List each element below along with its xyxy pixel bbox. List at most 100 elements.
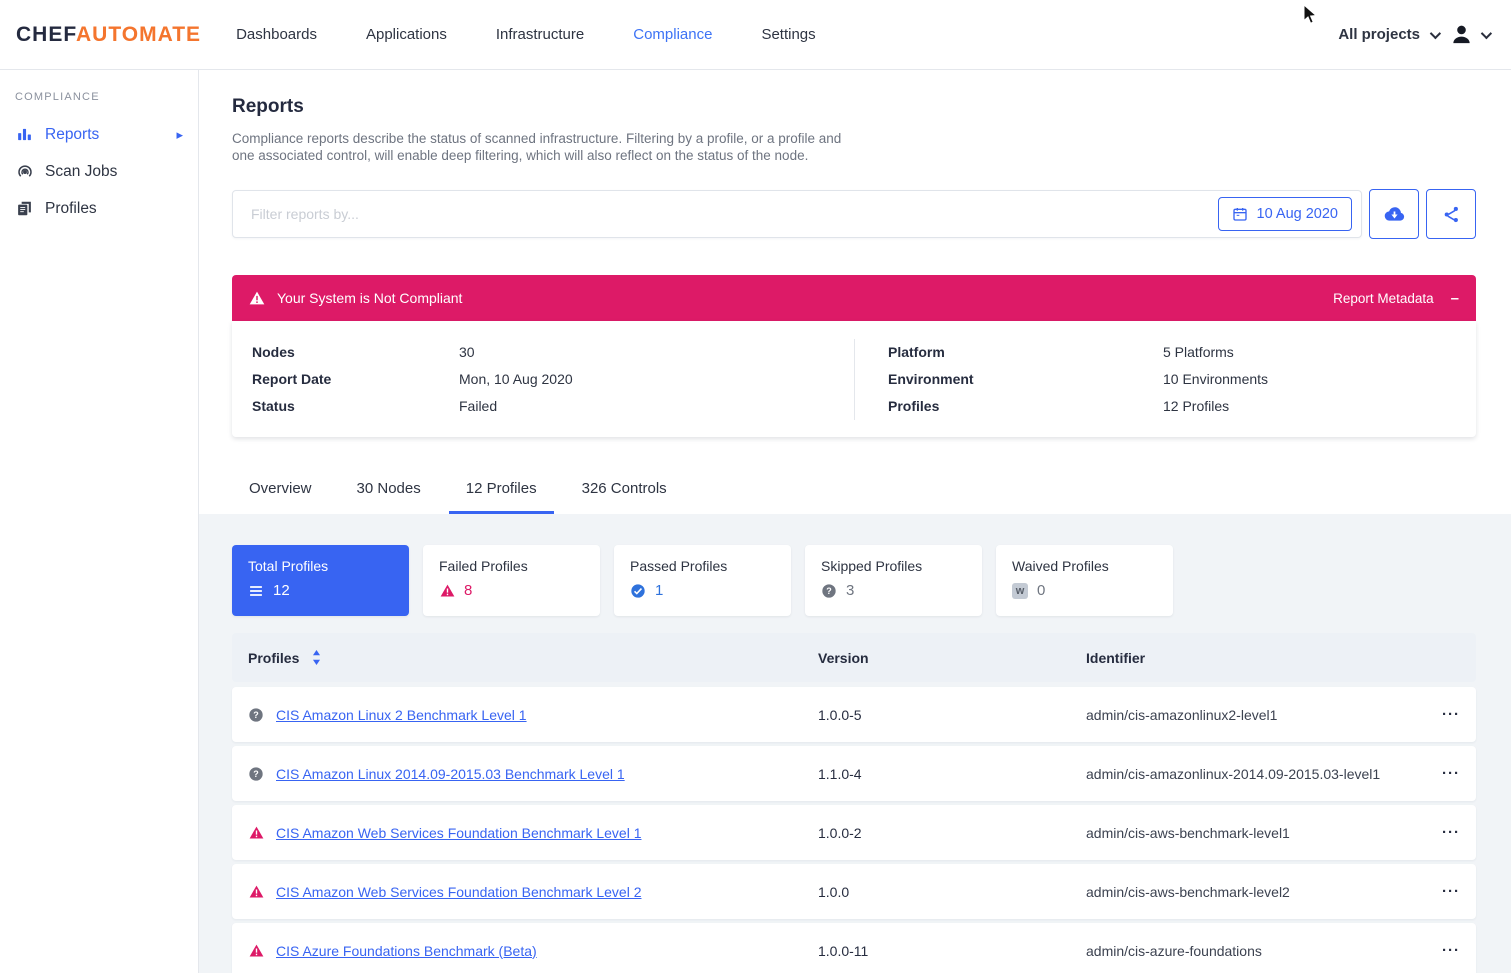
tab[interactable]: Overview xyxy=(232,480,329,514)
sidebar-item-label: Reports xyxy=(45,126,99,144)
row-menu-button[interactable]: ··· xyxy=(1430,946,1460,956)
report-metadata-toggle[interactable]: Report Metadata – xyxy=(1333,290,1459,307)
summary-card-stat: ? w 1 xyxy=(630,582,775,599)
profile-link[interactable]: CIS Amazon Linux 2 Benchmark Level 1 xyxy=(276,707,527,723)
report-metadata-label: Report Metadata xyxy=(1333,291,1434,306)
metadata-label: Profiles xyxy=(888,393,1163,420)
profile-version: 1.0.0 xyxy=(818,884,1086,900)
share-report-button[interactable] xyxy=(1426,189,1476,239)
summary-card[interactable]: Passed Profiles xyxy=(614,545,791,616)
filter-reports-input[interactable] xyxy=(233,206,1218,222)
summary-card[interactable]: Waived Profiles xyxy=(996,545,1173,616)
profiles-section: Total Profiles xyxy=(199,514,1511,973)
main-nav: Dashboards Applications Infrastructure Comp… xyxy=(236,26,816,43)
column-header-profiles: Profiles xyxy=(248,650,818,666)
sidebar-item[interactable]: Profiles ▸ xyxy=(0,190,198,227)
page-description: Compliance reports describe the status o… xyxy=(232,131,854,164)
metadata-value: 10 Environments xyxy=(1163,366,1268,393)
user-menu-button[interactable] xyxy=(1450,23,1489,46)
user-avatar-icon xyxy=(1450,23,1473,46)
report-date-label: 10 Aug 2020 xyxy=(1257,206,1338,222)
share-icon xyxy=(1442,205,1461,224)
profile-identifier: admin/cis-amazonlinux2-level1 xyxy=(1086,707,1430,723)
profile-version: 1.1.0-4 xyxy=(818,766,1086,782)
chevron-down-icon xyxy=(1481,27,1492,38)
chef-automate-logo[interactable]: CHEFAUTOMATE xyxy=(16,23,201,47)
metadata-label: Nodes xyxy=(252,339,459,366)
skipped-question-icon: ? xyxy=(821,583,837,599)
sidebar-item[interactable]: Reports ▸ xyxy=(0,116,198,153)
main-content: Reports Compliance reports describe the … xyxy=(199,70,1511,973)
nav-item[interactable]: Dashboards xyxy=(236,26,317,43)
svg-text:?: ? xyxy=(253,769,259,779)
profile-identifier: admin/cis-amazonlinux-2014.09-2015.03-le… xyxy=(1086,766,1430,782)
profile-identifier: admin/cis-azure-foundations xyxy=(1086,943,1430,959)
summary-card-stat: ? w 0 xyxy=(1012,582,1157,599)
profile-row: ? CIS Amazon Linux 2014.09-2015.03 Bench… xyxy=(232,746,1476,801)
tab[interactable]: 30 Nodes xyxy=(340,480,438,514)
profile-link[interactable]: CIS Amazon Linux 2014.09-2015.03 Benchma… xyxy=(276,766,625,782)
summary-card[interactable]: Skipped Profiles xyxy=(805,545,982,616)
collapse-icon: – xyxy=(1451,290,1459,307)
profile-link[interactable]: CIS Amazon Web Services Foundation Bench… xyxy=(276,825,641,841)
metadata-value: 12 Profiles xyxy=(1163,393,1229,420)
row-menu-button[interactable]: ··· xyxy=(1430,887,1460,897)
nav-item[interactable]: Settings xyxy=(761,26,815,43)
profile-link[interactable]: CIS Azure Foundations Benchmark (Beta) xyxy=(276,943,537,959)
summary-card-title: Total Profiles xyxy=(248,558,393,574)
row-menu-button[interactable]: ··· xyxy=(1430,710,1460,720)
bar-chart-icon xyxy=(16,126,33,143)
summary-card-count: 1 xyxy=(655,582,663,599)
failed-warning-icon xyxy=(248,825,264,841)
failed-warning-icon xyxy=(248,884,264,900)
summary-card-stat: ? w 8 xyxy=(439,582,584,599)
report-metadata-panel: Nodes 30 Report Date Mon, 10 Aug 2020 St… xyxy=(232,321,1476,437)
download-report-button[interactable] xyxy=(1369,189,1419,239)
nav-item[interactable]: Compliance xyxy=(633,26,712,43)
tab[interactable]: 12 Profiles xyxy=(449,480,554,514)
metadata-value: 30 xyxy=(459,339,475,366)
page-title: Reports xyxy=(232,96,1476,118)
profile-name-cell: ? CIS Amazon Web Services Foundation Ben… xyxy=(248,825,818,841)
summary-card[interactable]: Total Profiles xyxy=(232,545,409,616)
content-top: Reports Compliance reports describe the … xyxy=(199,70,1511,514)
profile-row: ? CIS Amazon Linux 2 Benchmark Level 1 1… xyxy=(232,687,1476,742)
summary-card-count: 12 xyxy=(273,582,290,599)
sidebar-item-icon xyxy=(15,125,34,144)
profile-name-cell: ? CIS Amazon Linux 2014.09-2015.03 Bench… xyxy=(248,766,818,782)
nav-item[interactable]: Applications xyxy=(366,26,447,43)
row-menu-button[interactable]: ··· xyxy=(1430,769,1460,779)
projects-filter-label: All projects xyxy=(1338,26,1420,43)
sort-arrows-icon xyxy=(312,650,321,665)
sidebar-section-label: COMPLIANCE xyxy=(0,91,198,103)
report-date-button[interactable]: 10 Aug 2020 xyxy=(1218,197,1352,231)
row-menu-button[interactable]: ··· xyxy=(1430,828,1460,838)
metadata-row: Nodes 30 xyxy=(252,339,854,366)
profile-identifier: admin/cis-aws-benchmark-level2 xyxy=(1086,884,1430,900)
profiles-table-body: ? CIS Amazon Linux 2 Benchmark Level 1 1… xyxy=(232,687,1476,973)
sidebar-item[interactable]: Scan Jobs ▸ xyxy=(0,153,198,190)
profile-version: 1.0.0-11 xyxy=(818,943,1086,959)
summary-card[interactable]: Failed Profiles xyxy=(423,545,600,616)
tab[interactable]: 326 Controls xyxy=(565,480,684,514)
filter-box: 10 Aug 2020 xyxy=(232,190,1362,238)
profile-name-cell: ? CIS Amazon Web Services Foundation Ben… xyxy=(248,884,818,900)
metadata-label: Platform xyxy=(888,339,1163,366)
summary-cards: Total Profiles xyxy=(232,545,1476,616)
failed-warning-icon xyxy=(248,943,264,959)
sidebar-item-label: Profiles xyxy=(45,200,97,218)
report-tabs: Overview 30 Nodes 12 Profiles 326 Controls xyxy=(232,480,1476,514)
summary-card-title: Skipped Profiles xyxy=(821,558,966,574)
sidebar-item-label: Scan Jobs xyxy=(45,163,117,181)
sort-profiles-button[interactable] xyxy=(312,650,321,665)
profile-link[interactable]: CIS Amazon Web Services Foundation Bench… xyxy=(276,884,641,900)
banner-message: Your System is Not Compliant xyxy=(277,290,462,306)
summary-card-count: 0 xyxy=(1037,582,1045,599)
submenu-arrow-icon: ▸ xyxy=(176,128,183,141)
top-nav-right: All projects xyxy=(1338,23,1489,46)
logo-automate: AUTOMATE xyxy=(76,23,201,46)
projects-filter-button[interactable]: All projects xyxy=(1338,26,1438,43)
logo-chef: CHEF xyxy=(16,23,76,46)
nav-item[interactable]: Infrastructure xyxy=(496,26,584,43)
column-header-identifier: Identifier xyxy=(1086,650,1430,666)
